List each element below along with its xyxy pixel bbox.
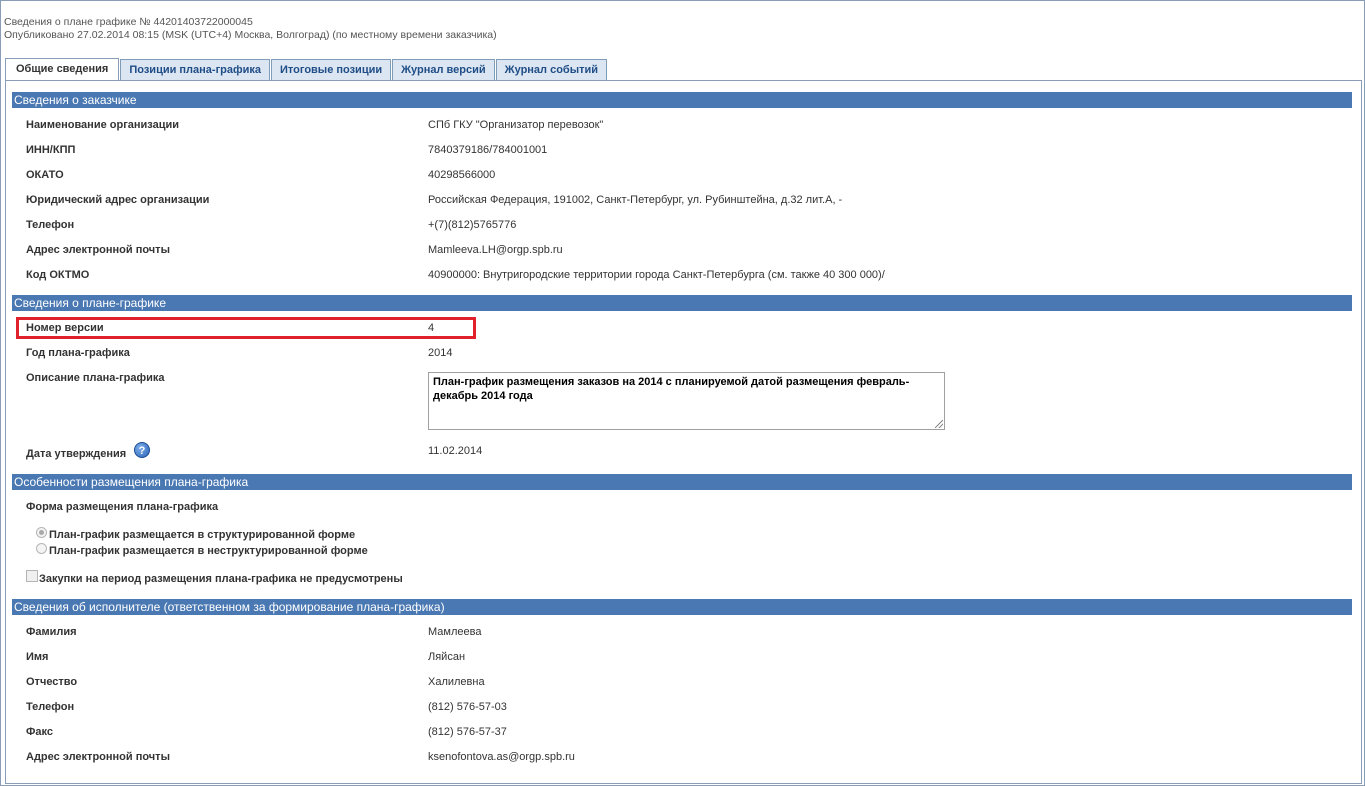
value-oktmo: 40900000: Внутригородские территории гор… bbox=[428, 269, 885, 281]
value-executor-fax: (812) 576-57-37 bbox=[428, 726, 507, 738]
value-executor-email: ksenofontova.as@orgp.spb.ru bbox=[428, 751, 575, 763]
tab-content-panel bbox=[5, 80, 1362, 784]
value-legal-address: Российская Федерация, 191002, Санкт-Пете… bbox=[428, 194, 843, 206]
tab-event-log[interactable]: Журнал событий bbox=[495, 59, 608, 80]
label-plan-year: Год плана-графика bbox=[26, 347, 130, 359]
plan-description-textarea[interactable]: План-график размещения заказов на 2014 с… bbox=[428, 372, 945, 430]
label-legal-address: Юридический адрес организации bbox=[26, 194, 210, 206]
radio-structured[interactable] bbox=[36, 527, 47, 538]
value-okato: 40298566000 bbox=[428, 169, 496, 181]
tab-positions[interactable]: Позиции плана-графика bbox=[120, 59, 271, 80]
value-executor-phone: (812) 576-57-03 bbox=[428, 701, 507, 713]
label-approval-date: Дата утверждения bbox=[26, 448, 127, 460]
section-plan: Сведения о плане-графике bbox=[12, 295, 1352, 311]
published-info: Опубликовано 27.02.2014 08:15 (MSK (UTC+… bbox=[4, 29, 497, 41]
label-version: Номер версии bbox=[26, 322, 104, 334]
section-customer: Сведения о заказчике bbox=[12, 92, 1352, 108]
label-executor-phone: Телефон bbox=[26, 701, 75, 713]
tab-version-log[interactable]: Журнал версий bbox=[392, 59, 495, 80]
page-header: Сведения о плане графике № 4420140372200… bbox=[4, 16, 497, 42]
label-patronymic: Отчество bbox=[26, 676, 78, 688]
label-first-name: Имя bbox=[26, 651, 49, 663]
value-surname: Мамлеева bbox=[428, 626, 482, 638]
label-structured: План-график размещается в структурирован… bbox=[49, 529, 356, 541]
checkbox-no-purchases[interactable] bbox=[26, 570, 38, 582]
label-surname: Фамилия bbox=[26, 626, 77, 638]
section-executor: Сведения об исполнителе (ответственном з… bbox=[12, 599, 1352, 615]
value-inn-kpp: 7840379186/784001001 bbox=[428, 144, 548, 156]
label-okato: ОКАТО bbox=[26, 169, 64, 181]
label-phone: Телефон bbox=[26, 219, 75, 231]
value-plan-year: 2014 bbox=[428, 347, 453, 359]
value-first-name: Ляйсан bbox=[428, 651, 466, 663]
label-placement-form: Форма размещения плана-графика bbox=[26, 501, 219, 513]
label-unstructured: План-график размещается в неструктуриров… bbox=[49, 545, 368, 557]
value-patronymic: Халилевна bbox=[428, 676, 485, 688]
label-no-purchases: Закупки на период размещения плана-графи… bbox=[39, 573, 403, 585]
tab-bar: Общие сведения Позиции плана-графика Ито… bbox=[5, 58, 608, 81]
label-inn-kpp: ИНН/КПП bbox=[26, 144, 76, 156]
page-title: Сведения о плане графике № 4420140372200… bbox=[4, 16, 253, 28]
value-version: 4 bbox=[428, 322, 435, 334]
label-executor-email: Адрес электронной почты bbox=[26, 751, 170, 763]
value-phone: +(7)(812)5765776 bbox=[428, 219, 517, 231]
value-org-name: СПб ГКУ "Организатор перевозок" bbox=[428, 119, 604, 131]
window-frame: Сведения о плане графике № 4420140372200… bbox=[0, 0, 1365, 786]
value-email: Mamleeva.LH@orgp.spb.ru bbox=[428, 244, 563, 256]
tab-general[interactable]: Общие сведения bbox=[5, 58, 120, 81]
help-icon[interactable]: ? bbox=[134, 442, 150, 458]
resize-handle-icon[interactable] bbox=[935, 420, 943, 428]
label-email: Адрес электронной почты bbox=[26, 244, 170, 256]
label-org-name: Наименование организации bbox=[26, 119, 180, 131]
label-oktmo: Код ОКТМО bbox=[26, 269, 90, 281]
radio-unstructured[interactable] bbox=[36, 543, 47, 554]
label-executor-fax: Факс bbox=[26, 726, 53, 738]
tab-totals[interactable]: Итоговые позиции bbox=[271, 59, 392, 80]
plan-description-text: План-график размещения заказов на 2014 с… bbox=[433, 376, 910, 402]
section-placement: Особенности размещения плана-графика bbox=[12, 474, 1352, 490]
value-approval-date: 11.02.2014 bbox=[428, 445, 483, 457]
label-plan-description: Описание плана-графика bbox=[26, 372, 165, 384]
